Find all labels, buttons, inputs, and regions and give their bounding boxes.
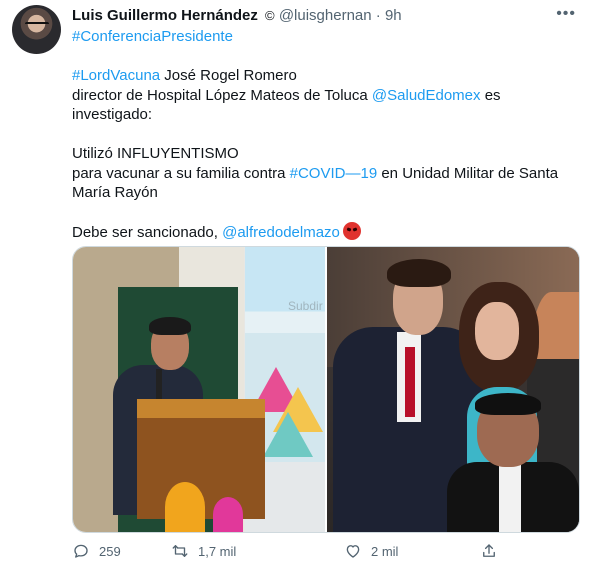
like-button[interactable]: 2 mil [344,540,398,562]
reply-icon [74,544,88,558]
retweet-button[interactable]: 1,7 mil [171,540,236,562]
photo-watermark: Subdir [288,299,323,313]
author-handle[interactable]: @luisghernan [279,7,372,24]
tweet-line-6: María Rayón [72,184,158,201]
media-grid: Subdir [72,246,580,533]
tweet-line-5: para vacunar a su familia contra #COVID—… [72,164,577,184]
microphone [156,369,162,399]
retweet-icon [172,545,188,557]
reply-button[interactable]: 259 [72,540,121,562]
tweet-line-4: Utilizó INFLUYENTISMO [72,145,239,162]
tweet-line-7: Debe ser sancionado, @alfredodelmazo [72,222,577,243]
flower-arrangement-orange [165,482,205,532]
tweet-line-5-end: en Unidad Militar de Santa [377,164,559,182]
share-icon [483,544,495,557]
speaker-hair [149,317,191,335]
tweet-line-5-text: para vacunar a su familia contra [72,164,290,182]
young-man-hair [387,259,451,287]
tweet-header: Luis Guillermo Hernández © @luisghernan … [72,6,402,26]
angry-face-emoji-icon [342,222,361,240]
older-man-shirt [499,465,521,532]
tweet-line-2-text: director de Hospital López Mateos de Tol… [72,86,372,104]
tweet-actions: 259 1,7 mil 2 mil [72,540,512,562]
hashtag-covid19[interactable]: #COVID—19 [290,165,378,182]
tweet-line-2: director de Hospital López Mateos de Tol… [72,86,577,106]
conference-hashtag-line: #ConferenciaPresidente [72,27,233,47]
hashtag-lordvacuna[interactable]: #LordVacuna [72,67,160,84]
woman-face [475,302,519,360]
mention-saludedomex[interactable]: @SaludEdomex [372,87,481,104]
flower-arrangement-pink [213,497,243,532]
photo-speaker-at-podium[interactable]: Subdir [73,247,325,532]
hashtag-conferencia-presidente[interactable]: #ConferenciaPresidente [72,28,233,45]
more-options-icon[interactable]: ••• [556,5,576,23]
tweet-line-7-text: Debe ser sancionado, [72,224,223,241]
older-man-hair [475,393,541,415]
heart-icon [346,545,360,558]
avatar-glasses [25,22,49,30]
mention-alfredodelmazo[interactable]: @alfredodelmazo [222,224,340,241]
verified-icon: © [265,8,275,23]
tweet-body: #LordVacuna José Rogel Romero director d… [72,66,577,243]
photo-family-group[interactable] [327,247,579,532]
author-name[interactable]: Luis Guillermo Hernández [72,7,258,24]
screen-shape-teal [263,412,313,457]
retweet-count: 1,7 mil [198,543,237,559]
tweet: Luis Guillermo Hernández © @luisghernan … [0,0,590,567]
share-button[interactable] [480,540,498,562]
reply-count: 259 [99,543,121,559]
tweet-time[interactable]: · 9h [376,7,402,24]
tweet-line-3: investigado: [72,106,153,123]
tweet-line-1: #LordVacuna José Rogel Romero [72,66,577,86]
like-count: 2 mil [371,543,399,559]
young-man-red-tie [405,347,415,417]
tweet-line-1-text: José Rogel Romero [160,67,297,84]
avatar[interactable] [12,5,61,54]
tweet-line-2-end: es [480,86,501,104]
